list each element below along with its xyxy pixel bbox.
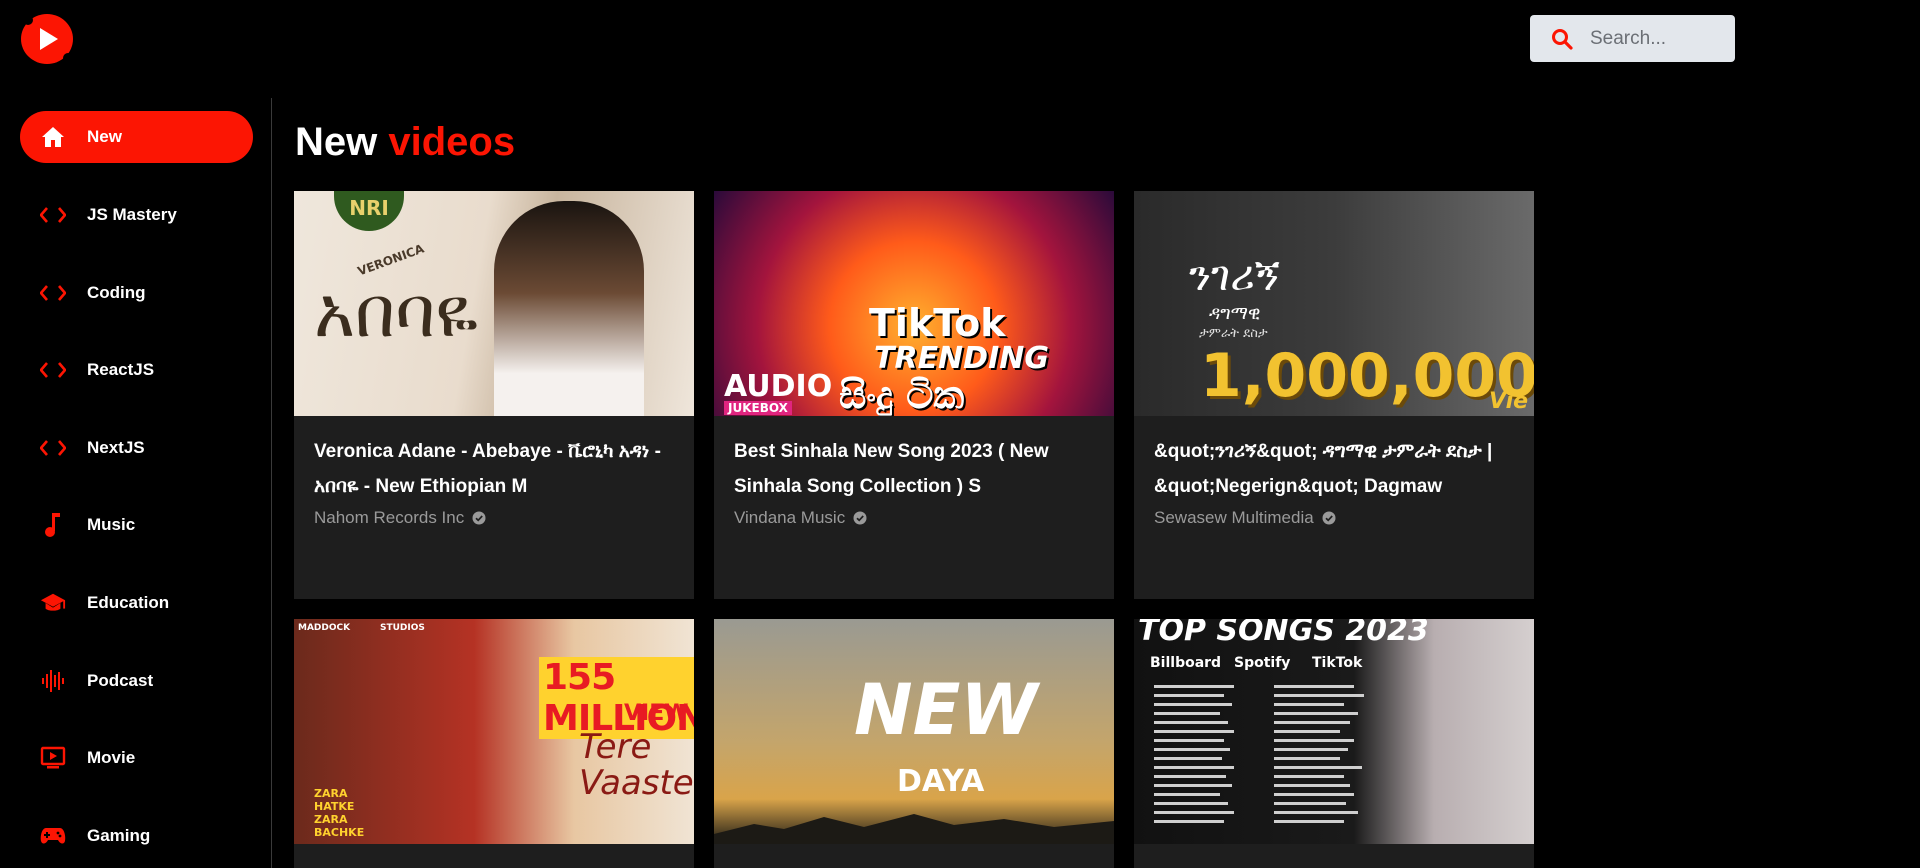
thumb-script: සිංදු ටික bbox=[839, 373, 965, 416]
thumb-mountains bbox=[714, 814, 1114, 844]
gamepad-icon bbox=[40, 823, 66, 849]
thumb-brand: NRI bbox=[334, 191, 404, 231]
sidebar-item-coding[interactable]: Coding bbox=[20, 267, 253, 319]
sidebar: New JS Mastery Coding ReactJS NextJS Mus… bbox=[0, 98, 272, 868]
sidebar-item-label: Podcast bbox=[87, 671, 154, 690]
sidebar-item-label: ReactJS bbox=[87, 360, 155, 379]
page-title: New videos bbox=[295, 120, 515, 165]
sidebar-item-movie[interactable]: Movie bbox=[20, 732, 253, 784]
thumb-script: ንገሪኝ bbox=[1189, 251, 1280, 300]
top-header bbox=[0, 0, 1920, 80]
search-bar[interactable] bbox=[1530, 15, 1735, 62]
thumb-movie: ZARA HATKE ZARA BACHKE bbox=[314, 787, 365, 839]
sidebar-item-label: Music bbox=[87, 515, 136, 534]
title-accent: videos bbox=[388, 120, 516, 164]
sidebar-item-nextjs[interactable]: NextJS bbox=[20, 422, 253, 474]
thumb-brand: MADDOCK bbox=[298, 623, 351, 633]
code-icon bbox=[40, 435, 66, 461]
video-card[interactable]: NRI VERONICA አበባዬ Veronica Adane - Abeba… bbox=[294, 191, 694, 599]
video-card[interactable]: TikTok TRENDING AUDIO JUKEBOX සිංදු ටික … bbox=[714, 191, 1114, 599]
verified-check-icon bbox=[472, 511, 486, 525]
title-prefix: New bbox=[295, 120, 378, 164]
thumb-views: VIEW bbox=[624, 701, 689, 726]
video-title[interactable]: Best Sinhala New Song 2023 ( New Sinhala… bbox=[734, 434, 1094, 504]
video-thumbnail[interactable]: MADDOCK STUDIOS 155 MILLION VIEW Tere Va… bbox=[294, 619, 694, 844]
channel-name[interactable]: Sewasew Multimedia bbox=[1154, 508, 1514, 528]
sidebar-item-label: Education bbox=[87, 593, 170, 612]
sidebar-item-label: JS Mastery bbox=[87, 205, 177, 224]
sidebar-item-education[interactable]: Education bbox=[20, 577, 253, 629]
thumb-badge-billboard: Billboard bbox=[1150, 655, 1222, 671]
code-icon bbox=[40, 202, 66, 228]
video-title[interactable]: &quot;ንገሪኝ&quot; ዳግማዊ ታምራት ደስታ | &quot;N… bbox=[1154, 434, 1514, 504]
video-card[interactable]: TOP SONGS 2023 Billboard Spotify TikTok bbox=[1134, 619, 1534, 868]
sidebar-item-new[interactable]: New bbox=[20, 111, 253, 163]
sidebar-item-reactjs[interactable]: ReactJS bbox=[20, 344, 253, 396]
video-thumbnail[interactable]: NRI VERONICA አበባዬ bbox=[294, 191, 694, 416]
thumb-count: 1,000,000+ bbox=[1200, 341, 1534, 411]
ondemand-video-icon bbox=[40, 745, 66, 771]
thumb-badge-tiktok: TikTok bbox=[1312, 655, 1363, 671]
thumb-views: Vie bbox=[1489, 389, 1529, 414]
thumb-script: አበባዬ bbox=[314, 271, 478, 353]
sidebar-item-music[interactable]: Music bbox=[20, 499, 253, 551]
thumb-badge-spotify: Spotify bbox=[1234, 655, 1291, 671]
video-thumbnail[interactable]: NEW DAYA bbox=[714, 619, 1114, 844]
search-input[interactable] bbox=[1588, 26, 1732, 51]
verified-check-icon bbox=[1322, 511, 1336, 525]
thumb-studio: STUDIOS bbox=[380, 623, 425, 633]
verified-check-icon bbox=[853, 511, 867, 525]
thumb-small: DAYA bbox=[897, 764, 985, 799]
video-card[interactable]: MADDOCK STUDIOS 155 MILLION VIEW Tere Va… bbox=[294, 619, 694, 868]
sidebar-item-label: NextJS bbox=[87, 438, 145, 457]
thumb-head: TOP SONGS 2023 bbox=[1138, 619, 1429, 648]
channel-label: Vindana Music bbox=[734, 508, 846, 527]
sidebar-item-label: Coding bbox=[87, 283, 146, 302]
thumb-figure bbox=[494, 201, 644, 416]
sidebar-item-label: Gaming bbox=[87, 826, 151, 845]
thumb-sub2: ታምራት ደስታ bbox=[1199, 326, 1268, 341]
sidebar-item-gaming[interactable]: Gaming bbox=[20, 810, 253, 862]
thumb-audio: AUDIO bbox=[724, 369, 833, 404]
thumb-mid: TRENDING bbox=[874, 341, 1049, 376]
sidebar-item-js-mastery[interactable]: JS Mastery bbox=[20, 189, 253, 241]
code-icon bbox=[40, 357, 66, 383]
video-card[interactable]: NEW DAYA bbox=[714, 619, 1114, 868]
sidebar-item-label: Movie bbox=[87, 748, 136, 767]
video-title[interactable]: Veronica Adane - Abebaye - ቬሮኒካ አዳነ - አበ… bbox=[314, 434, 674, 504]
code-icon bbox=[40, 280, 66, 306]
video-thumbnail[interactable]: ንገሪኝ ዳግማዊ ታምራት ደስታ 1,000,000+ Vie bbox=[1134, 191, 1534, 416]
youtube-play-logo[interactable] bbox=[20, 12, 76, 66]
search-icon[interactable] bbox=[1550, 27, 1574, 51]
channel-name[interactable]: Nahom Records Inc bbox=[314, 508, 674, 528]
channel-label: Sewasew Multimedia bbox=[1154, 508, 1314, 527]
thumb-top: TikTok bbox=[869, 301, 1006, 345]
sidebar-item-label: New bbox=[87, 127, 122, 146]
home-icon bbox=[40, 124, 66, 150]
video-card[interactable]: ንገሪኝ ዳግማዊ ታምራት ደስታ 1,000,000+ Vie &quot;… bbox=[1134, 191, 1534, 599]
thumb-big: NEW bbox=[854, 669, 1038, 751]
channel-name[interactable]: Vindana Music bbox=[734, 508, 1094, 528]
graduation-cap-icon bbox=[40, 590, 66, 616]
video-thumbnail[interactable]: TikTok TRENDING AUDIO JUKEBOX සිංදු ටික bbox=[714, 191, 1114, 416]
thumb-song-title: Tere Vaaste bbox=[579, 727, 694, 803]
thumb-jukebox: JUKEBOX bbox=[724, 401, 792, 415]
thumb-sub: ዳግማዊ bbox=[1209, 303, 1261, 324]
music-note-icon bbox=[40, 512, 66, 538]
sidebar-item-podcast[interactable]: Podcast bbox=[20, 655, 253, 707]
thumb-song-list bbox=[1154, 685, 1364, 823]
channel-label: Nahom Records Inc bbox=[314, 508, 465, 527]
podcast-icon bbox=[40, 668, 66, 694]
video-thumbnail[interactable]: TOP SONGS 2023 Billboard Spotify TikTok bbox=[1134, 619, 1534, 844]
